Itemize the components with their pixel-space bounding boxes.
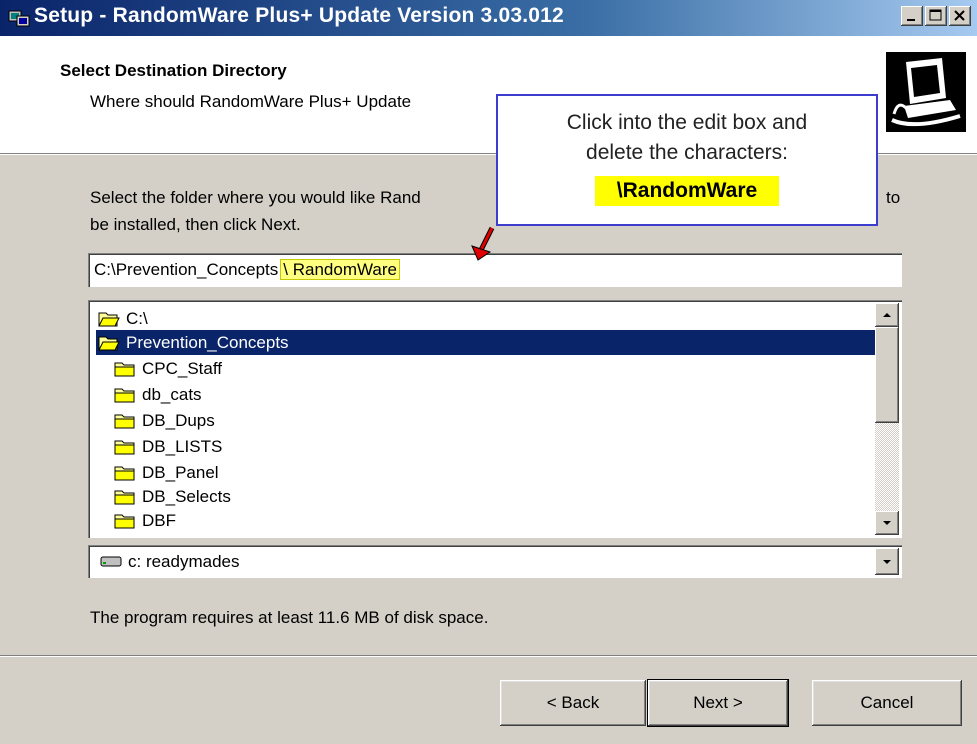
tree-item-label: Prevention_Concepts (126, 332, 289, 352)
page-subtitle: Where should RandomWare Plus+ Update (90, 92, 412, 111)
back-button-label: < Back (546, 693, 600, 712)
arrow-up-icon (883, 313, 891, 317)
instruction-text: Select the folder where you would like R… (90, 184, 421, 238)
scroll-up-button[interactable] (875, 303, 899, 327)
instruction-line-1-end: to (886, 188, 901, 207)
computer-install-icon (886, 52, 966, 132)
folder-icon (114, 514, 135, 528)
tree-item-label: DB_Dups (142, 410, 215, 430)
maximize-button[interactable] (925, 6, 947, 26)
pointer-arrow-icon (471, 226, 495, 261)
drive-dropdown-button[interactable] (875, 548, 899, 575)
folder-icon (114, 490, 135, 504)
back-button[interactable]: < Back (500, 680, 646, 726)
tree-item-label: DB_LISTS (142, 436, 223, 456)
tree-item-db-panel[interactable]: DB_Panel (114, 460, 219, 485)
page-title: Select Destination Directory (60, 61, 287, 80)
drive-select[interactable]: c: readymades (88, 545, 902, 578)
minimize-icon (907, 19, 915, 21)
tree-item-label: C:\ (126, 308, 148, 328)
callout-keyword: \RandomWare (594, 176, 780, 206)
instruction-line-2: be installed, then click Next. (90, 215, 301, 234)
minimize-button[interactable] (901, 6, 923, 26)
next-button[interactable]: Next > (648, 680, 788, 726)
open-folder-icon (98, 312, 120, 326)
folder-icon (114, 466, 135, 480)
path-text[interactable]: C:\Prevention_Concepts \ RandomWare (94, 259, 400, 280)
tree-item-db-dups[interactable]: DB_Dups (114, 408, 215, 433)
cancel-button-label: Cancel (860, 693, 914, 712)
folder-icon (114, 440, 135, 454)
window-title: Setup - RandomWare Plus+ Update Version … (34, 4, 564, 27)
instruction-line-1: Select the folder where you would like R… (90, 188, 421, 207)
maximize-icon (929, 9, 942, 21)
tree-item-prevention-concepts[interactable]: Prevention_Concepts (96, 330, 876, 355)
tree-item-db-selects[interactable]: DB_Selects (114, 484, 231, 509)
close-icon (954, 10, 965, 21)
tree-item-db-lists[interactable]: DB_LISTS (114, 434, 222, 459)
tree-item-root[interactable]: C:\ (98, 306, 148, 331)
tree-scrollbar[interactable] (875, 303, 899, 535)
folder-icon (114, 414, 135, 428)
path-highlighted-suffix: \ RandomWare (280, 259, 400, 280)
hard-drive-icon (100, 556, 122, 567)
chevron-down-icon (883, 560, 891, 564)
drive-select-value: c: readymades (128, 552, 240, 571)
tree-item-db-cats[interactable]: db_cats (114, 382, 202, 407)
footer-divider (0, 655, 977, 657)
tree-item-label: CPC_Staff (142, 358, 223, 378)
tree-item-label: DBF (142, 510, 176, 530)
callout-line-2: delete the characters: (586, 141, 788, 164)
callout-line-1: Click into the edit box and (566, 111, 808, 134)
disk-space-requirement: The program requires at least 11.6 MB of… (90, 608, 489, 627)
window-controls (901, 6, 971, 26)
folder-icon (114, 388, 135, 402)
title-bar[interactable]: Setup - RandomWare Plus+ Update Version … (0, 0, 977, 36)
next-button-label: Next > (693, 693, 743, 712)
scroll-thumb[interactable] (875, 327, 899, 423)
tree-item-label: DB_Selects (142, 486, 231, 506)
tree-item-label: db_cats (142, 384, 202, 404)
folder-tree[interactable]: C:\ Prevention_Concepts CPC_Staff db_cat… (88, 300, 902, 538)
tree-item-cpc-staff[interactable]: CPC_Staff (114, 356, 222, 381)
folder-icon (114, 362, 135, 376)
scroll-down-button[interactable] (875, 511, 899, 535)
tree-item-dbf[interactable]: DBF (114, 508, 176, 533)
arrow-down-icon (883, 521, 891, 525)
cancel-button[interactable]: Cancel (812, 680, 962, 726)
close-button[interactable] (949, 6, 971, 26)
tree-item-label: DB_Panel (142, 462, 219, 482)
open-folder-icon (98, 336, 120, 350)
path-prefix: C:\Prevention_Concepts (94, 260, 279, 279)
setup-app-icon (8, 10, 30, 27)
instruction-callout: Click into the edit box and delete the c… (496, 94, 878, 226)
